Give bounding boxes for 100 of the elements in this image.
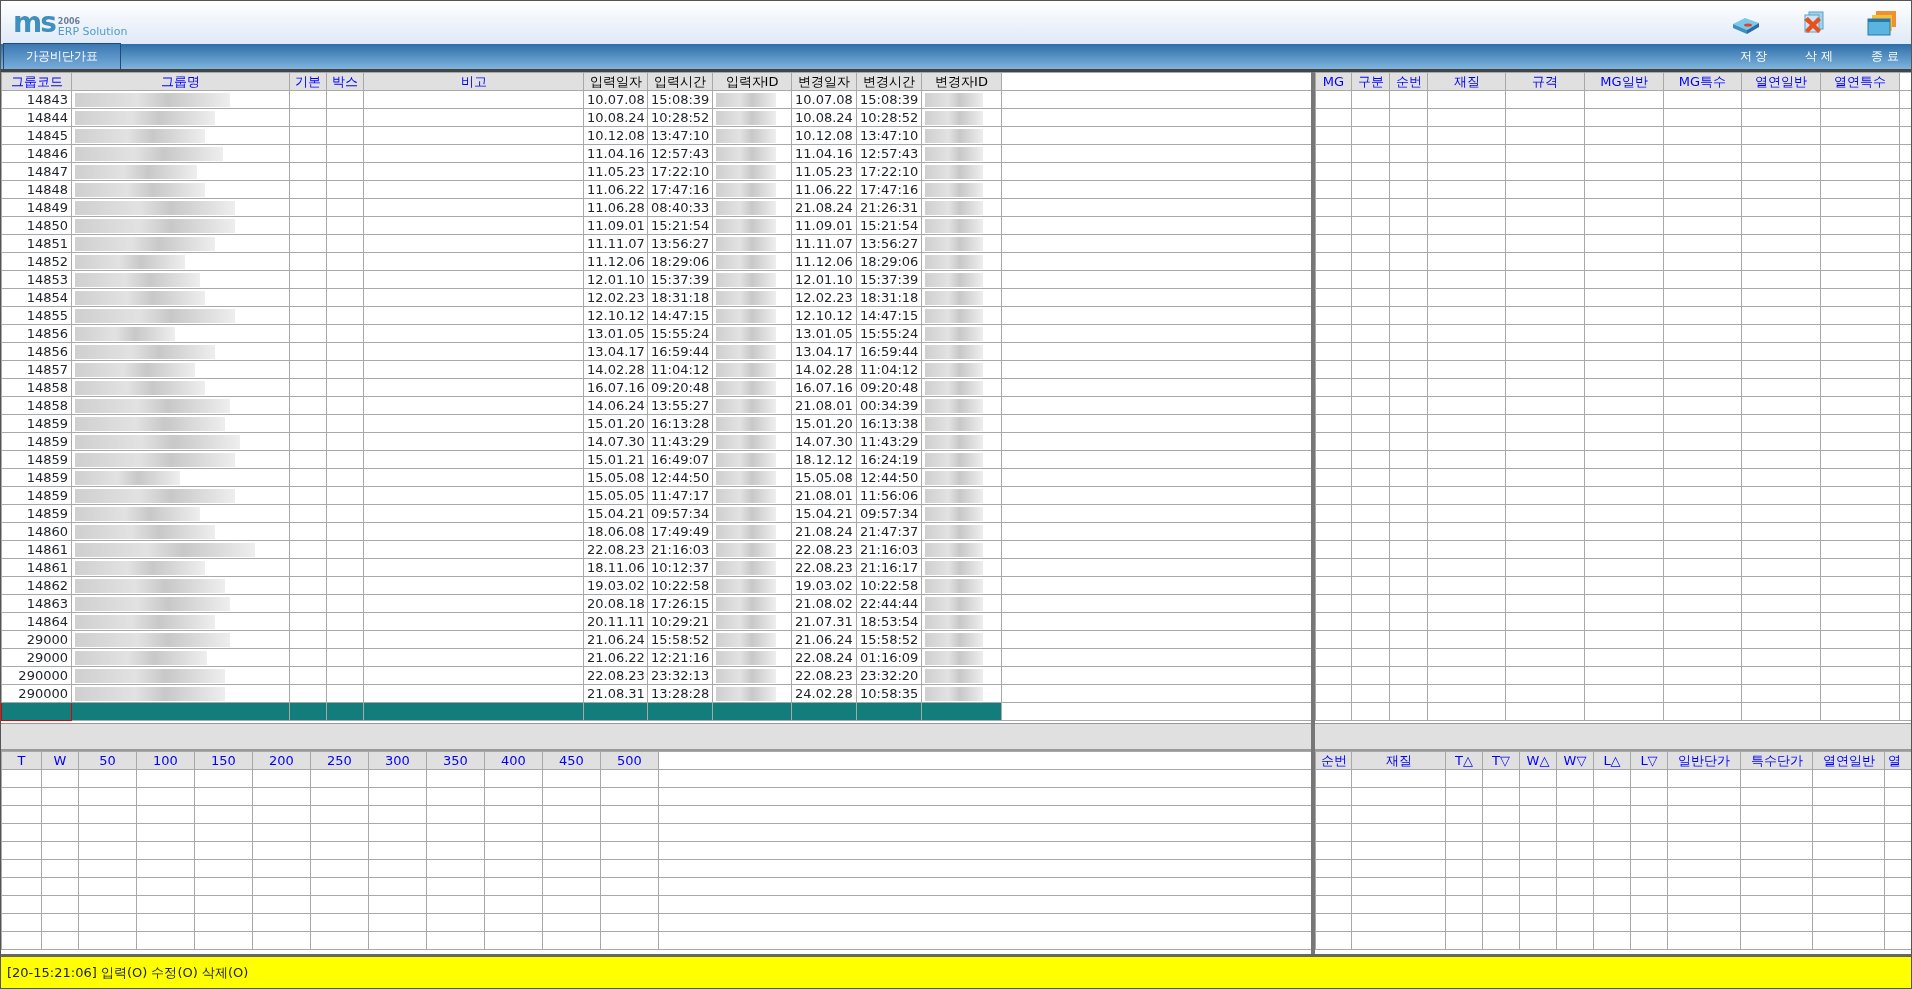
table-cell: 00:34:39 [856,396,922,415]
table-cell: 14856 [1,324,72,343]
table-cell: 15.05.08 [583,468,648,487]
column-header[interactable]: 변경자ID [921,72,1002,91]
table-cell: 12:57:43 [856,144,922,163]
column-header[interactable]: 규격 [1505,72,1585,91]
column-header[interactable]: T [1,751,42,770]
column-header[interactable]: 400 [484,751,543,770]
column-header[interactable]: 변경시간 [856,72,922,91]
table-cell: 10:29:21 [647,612,713,631]
table-cell: 14859 [1,468,72,487]
table-cell: 12.02.23 [583,288,648,307]
new-row[interactable] [1,702,1311,721]
table-cell: 15:55:24 [856,324,922,343]
column-header[interactable]: 구분 [1351,72,1390,91]
column-header[interactable]: 50 [78,751,137,770]
table-cell: 18.12.12 [791,450,857,469]
table-cell: 15:08:39 [856,90,922,109]
table-cell: 17:47:16 [647,180,713,199]
column-header[interactable]: 200 [252,751,311,770]
column-header[interactable]: 특수단가 [1740,751,1813,770]
table-cell: 14845 [1,126,72,145]
column-header[interactable]: 재질 [1351,751,1446,770]
table-cell: 16:59:44 [647,342,713,361]
table-cell: 13:47:10 [856,126,922,145]
table-cell: 15:21:54 [856,216,922,235]
table-cell: 21:26:31 [856,198,922,217]
column-header[interactable]: 100 [136,751,195,770]
window-icon[interactable] [1867,9,1897,36]
column-header[interactable]: W△ [1519,751,1557,770]
table-cell: 16:49:07 [647,450,713,469]
tab[interactable]: 가공비단가표 [3,43,121,69]
column-header[interactable]: 열 [1884,751,1911,770]
table-cell: 14859 [1,432,72,451]
table-cell: 21.06.24 [791,630,857,649]
status-message: [20-15:21:06] 입력(O) 수정(O) 삭제(O) [7,963,249,982]
table-cell: 21.08.02 [791,594,857,613]
column-header[interactable]: 350 [426,751,485,770]
column-header[interactable]: 순번 [1389,72,1428,91]
column-header[interactable]: T▽ [1482,751,1520,770]
column-header[interactable]: MG [1315,72,1352,91]
column-header[interactable]: 150 [194,751,253,770]
column-header[interactable]: MG특수 [1663,72,1742,91]
table-cell: 16:59:44 [856,342,922,361]
column-header[interactable]: 입력일자 [583,72,648,91]
table-cell: 11:56:06 [856,486,922,505]
table-cell: 10.07.08 [583,90,648,109]
table-cell: 22.08.23 [791,666,857,685]
table-cell: 10.08.24 [791,108,857,127]
table-cell: 11:47:17 [647,486,713,505]
column-header[interactable]: W [41,751,79,770]
column-header[interactable]: 박스 [326,72,364,91]
table-cell: 14852 [1,252,72,271]
table-cell: 12:44:50 [647,468,713,487]
column-header[interactable]: T△ [1445,751,1483,770]
column-header[interactable]: L△ [1593,751,1631,770]
column-header[interactable]: 기본 [289,72,327,91]
table-cell: 10:22:58 [856,576,922,595]
table-cell: 11.06.28 [583,198,648,217]
table-cell: 19.03.02 [583,576,648,595]
table-cell: 14863 [1,594,72,613]
column-header[interactable]: 그룹명 [71,72,290,91]
column-header[interactable]: 일반단가 [1667,751,1741,770]
column-header[interactable]: 250 [310,751,369,770]
column-header[interactable]: 입력자ID [712,72,792,91]
table-cell: 15.05.08 [791,468,857,487]
table-cell: 15.01.20 [583,414,648,433]
column-header[interactable]: 입력시간 [647,72,713,91]
column-header[interactable]: 열연일반 [1741,72,1821,91]
table-cell: 11.05.23 [583,162,648,181]
table-cell: 16:13:28 [647,414,713,433]
column-header[interactable]: 재질 [1427,72,1506,91]
table-cell: 09:20:48 [856,378,922,397]
table-cell: 14854 [1,288,72,307]
table-cell: 22.08.23 [583,666,648,685]
table-cell: 15.01.20 [791,414,857,433]
toolbar-button[interactable]: 저 장 [1731,47,1776,65]
column-header[interactable]: 300 [368,751,427,770]
table-cell: 18:31:18 [856,288,922,307]
column-header[interactable]: 열연일반 [1812,751,1885,770]
column-header[interactable]: W▽ [1556,751,1594,770]
column-header[interactable]: 변경일자 [791,72,857,91]
table-cell: 14846 [1,144,72,163]
table-cell: 18.11.06 [583,558,648,577]
column-header[interactable]: 450 [542,751,601,770]
column-header[interactable]: 그룹코드 [1,72,72,91]
column-header[interactable]: MG일반 [1584,72,1664,91]
toolbar-button[interactable]: 종 료 [1863,47,1907,65]
column-header[interactable]: 비고 [363,72,584,91]
toolbar-button[interactable]: 삭 제 [1797,47,1842,65]
table-cell: 21.06.22 [583,648,648,667]
table-cell: 14855 [1,306,72,325]
column-header[interactable]: L▽ [1630,751,1668,770]
column-header[interactable]: 순번 [1315,751,1352,770]
column-header[interactable]: 열연특수 [1820,72,1900,91]
table-cell: 12.02.23 [791,288,857,307]
table-cell: 21.06.24 [583,630,648,649]
table-cell: 21.07.31 [791,612,857,631]
table-cell: 14850 [1,216,72,235]
column-header[interactable]: 500 [600,751,659,770]
